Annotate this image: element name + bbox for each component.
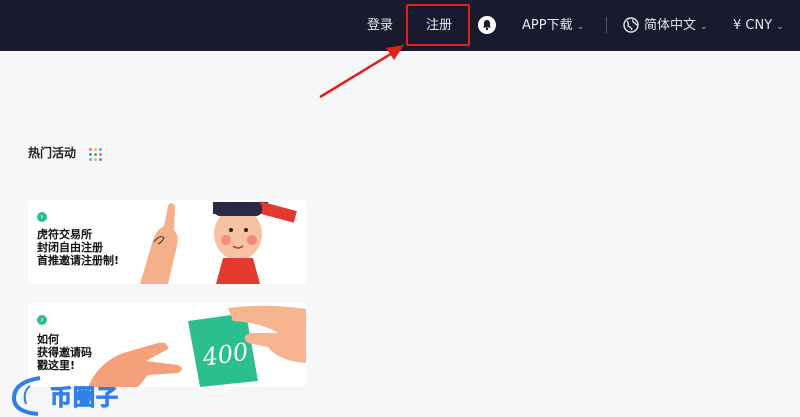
promo-card-invite-registration[interactable]: › 虎符交易所 封闭自由注册 首推邀请注册制! [28, 200, 306, 284]
section-title: 热门活动 [28, 146, 77, 160]
card-bullet-icon: › [37, 315, 47, 325]
card-bullet-icon: › [37, 212, 47, 222]
card-line: 首推邀请注册制! [37, 254, 120, 267]
card-line: 封闭自由注册 [37, 241, 103, 254]
card-line: 戳这里! [37, 359, 76, 372]
card-line: 如何 [37, 333, 59, 346]
card-headline: 如何 获得邀请码 戳这里! [37, 333, 92, 372]
grid-dots-icon [89, 148, 102, 161]
card-line: 虎符交易所 [37, 228, 92, 241]
watermark-text: 币圈子 [49, 386, 120, 412]
card-line: 获得邀请码 [37, 346, 92, 359]
card-headline: 虎符交易所 封闭自由注册 首推邀请注册制! [37, 228, 119, 267]
annotation-arrow-icon [319, 45, 404, 99]
